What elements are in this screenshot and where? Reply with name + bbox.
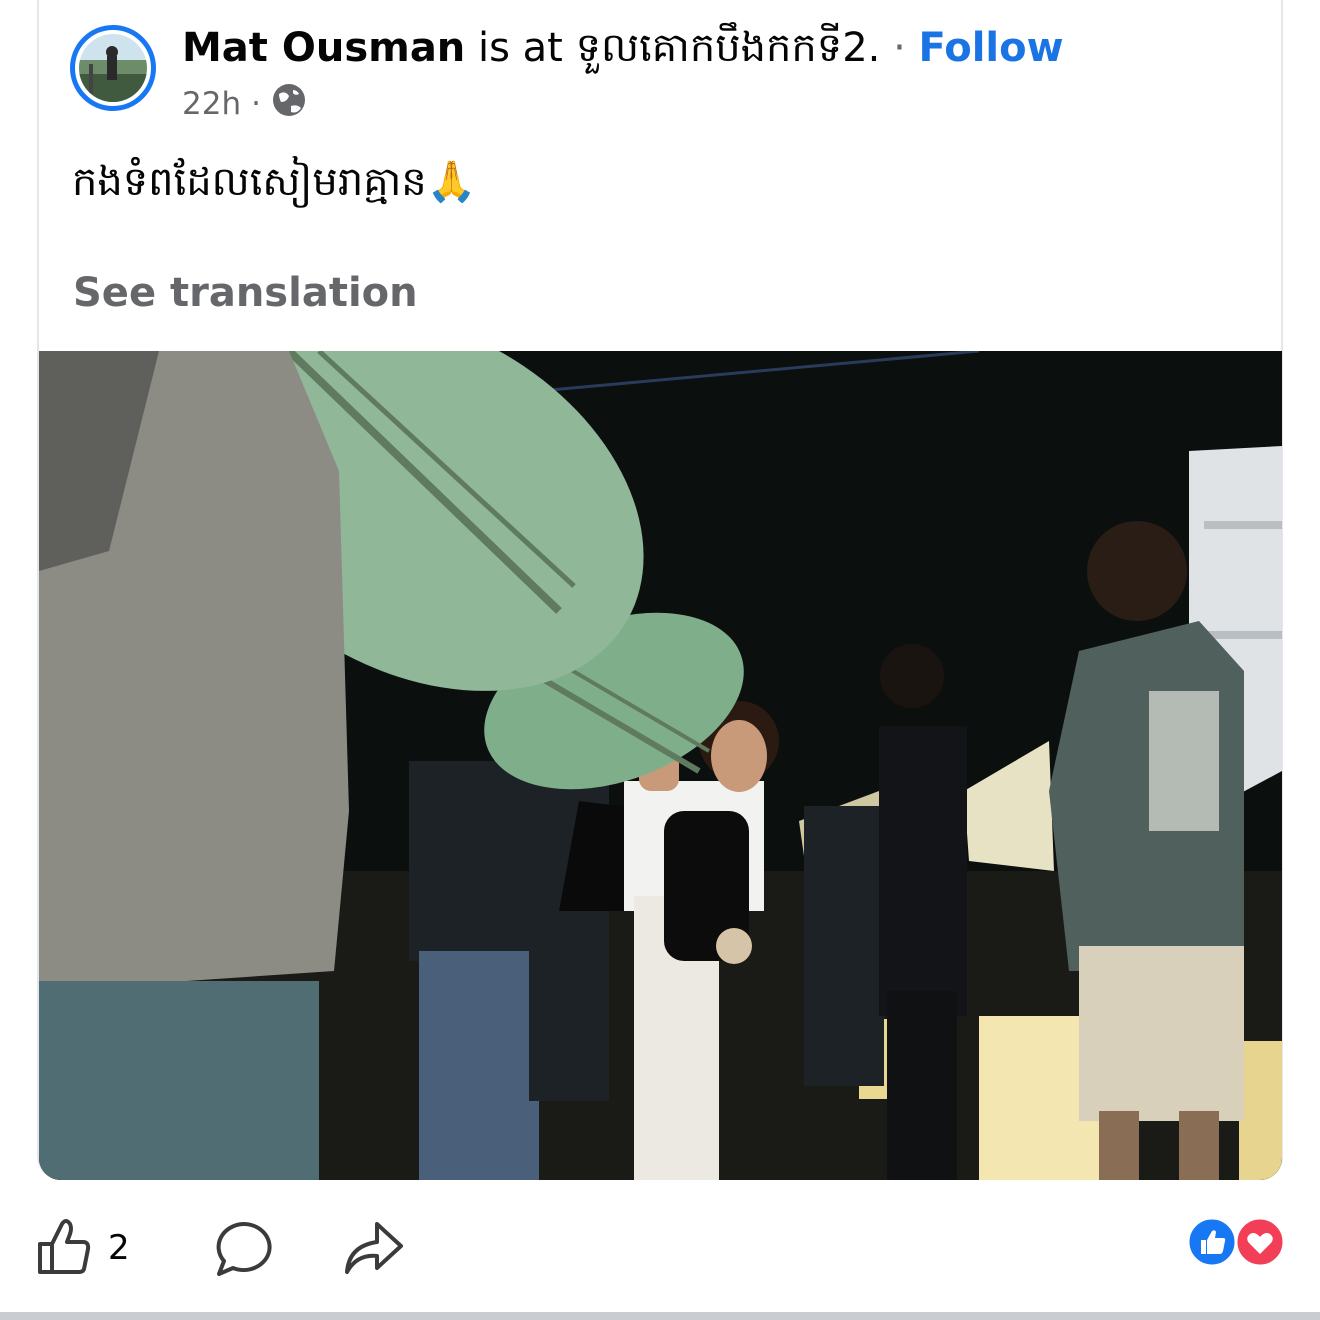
see-translation-link[interactable]: See translation — [73, 270, 418, 316]
share-button[interactable] — [343, 1220, 405, 1280]
location-name[interactable]: ទួលគោកបឹងកកទី2. — [576, 25, 881, 71]
post-photo[interactable] — [39, 351, 1282, 1180]
like-button[interactable]: 2 — [36, 1216, 130, 1280]
author-name[interactable]: Mat Ousman — [182, 25, 465, 71]
post-actions-bar: 2 — [0, 1210, 1320, 1290]
location-prefix: is at — [478, 25, 563, 71]
like-count: 2 — [108, 1228, 130, 1268]
reactions-summary[interactable] — [1186, 1216, 1286, 1268]
follow-button[interactable]: Follow — [919, 25, 1064, 71]
comment-bubble-icon — [213, 1220, 273, 1280]
feed-divider — [0, 1312, 1320, 1320]
post-header: Mat Ousman is at ទួលគោកបឹងកកទី2. · Follo… — [182, 22, 1064, 74]
meta-separator: · — [251, 86, 261, 122]
header-separator: · — [893, 25, 906, 71]
globe-icon — [271, 82, 307, 126]
folded-hands-emoji: 🙏 — [426, 159, 477, 205]
post-meta: 22h · — [182, 82, 307, 126]
post-timestamp[interactable]: 22h — [182, 86, 241, 122]
thumbs-up-icon — [36, 1216, 92, 1280]
comment-button[interactable] — [213, 1220, 273, 1280]
author-avatar[interactable] — [70, 25, 156, 111]
post-body: កងទំពដែលសៀមរាគ្មាន — [72, 159, 427, 205]
share-arrow-icon — [343, 1220, 405, 1280]
post-text: កងទំពដែលសៀមរាគ្មាន🙏 — [72, 150, 477, 214]
